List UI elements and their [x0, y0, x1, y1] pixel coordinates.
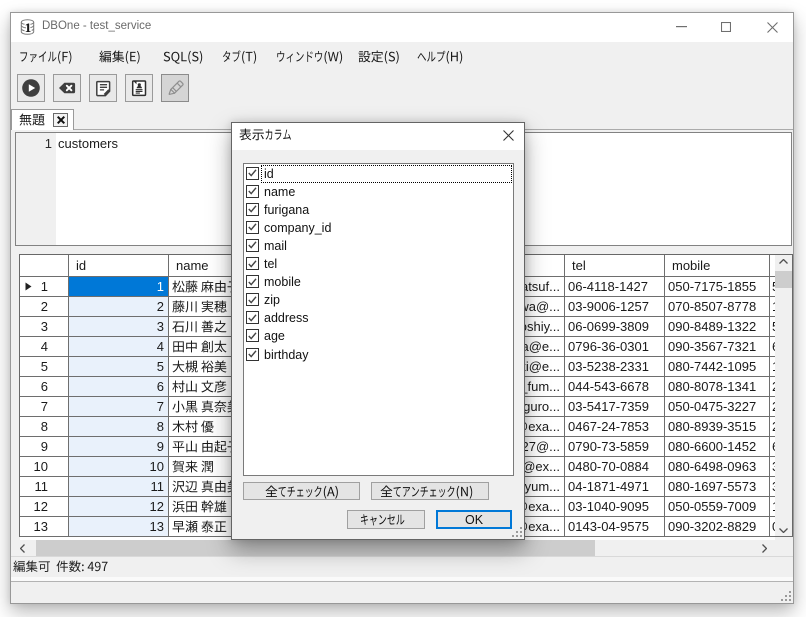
svg-text:1: 1	[25, 20, 32, 35]
